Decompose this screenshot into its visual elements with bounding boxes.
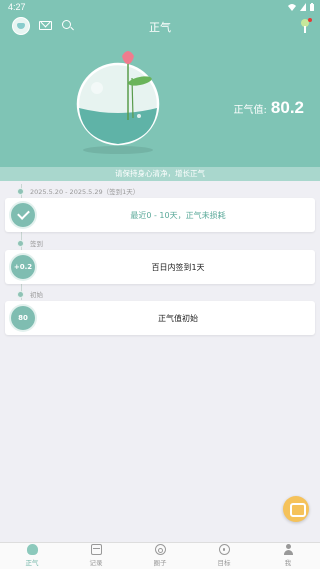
record-card[interactable]: 80 正气值初始 <box>5 301 315 335</box>
record-text: 百日内签到1天 <box>151 262 205 272</box>
tab-label: 正气 <box>25 559 39 567</box>
record-card[interactable]: 最近0 - 10天，正气未损耗 <box>5 198 315 232</box>
record-text: 正气值初始 <box>158 313 198 323</box>
circle-icon <box>154 544 166 555</box>
status-bar: 4:27 <box>0 0 320 14</box>
tab-circle[interactable]: 圈子 <box>128 543 192 569</box>
tab-label: 记录 <box>89 559 103 567</box>
timeline-node <box>17 239 24 247</box>
timeline-node <box>17 187 24 195</box>
wifi-icon <box>288 4 296 11</box>
tab-target[interactable]: 目标 <box>192 543 256 569</box>
notification-dot <box>308 18 312 22</box>
tab-label: 我 <box>284 559 292 567</box>
slogan-bar: 请保持身心清净，增长正气 <box>0 167 320 181</box>
section-label: 初始 <box>30 291 43 299</box>
points-badge: +0.2 <box>11 255 35 279</box>
section-header: 初始 <box>17 289 43 299</box>
record-card[interactable]: +0.2 百日内签到1天 <box>5 250 315 284</box>
system-icons <box>288 3 314 11</box>
qi-value: 正气值: 80.2 <box>234 98 304 118</box>
signal-icon <box>300 3 306 11</box>
qi-value-label: 正气值: <box>233 105 267 116</box>
qi-value-number: 80.2 <box>270 98 304 117</box>
battery-icon <box>310 3 314 11</box>
section-label: 签到 <box>30 240 43 248</box>
qi-icon <box>26 544 38 555</box>
bottom-tab-bar: 正气 记录 圈子 目标 我 <box>0 542 320 569</box>
tab-qi[interactable]: 正气 <box>0 543 64 569</box>
tab-profile[interactable]: 我 <box>256 543 320 569</box>
section-label: 2025.5.20 - 2025.5.29（签到1天） <box>30 188 140 196</box>
record-icon <box>90 544 102 555</box>
tree-icon[interactable] <box>300 18 312 33</box>
tab-label: 目标 <box>217 559 231 567</box>
check-icon <box>11 203 35 227</box>
bowl-shadow <box>83 146 153 154</box>
tab-label: 圈子 <box>153 559 167 567</box>
section-header: 签到 <box>17 238 43 248</box>
points-badge: 80 <box>11 306 35 330</box>
target-icon <box>218 544 230 555</box>
tab-record[interactable]: 记录 <box>64 543 128 569</box>
status-time: 4:27 <box>8 2 26 12</box>
page-title: 正气 <box>149 22 171 34</box>
lotus-bowl-illustration <box>76 51 160 146</box>
app-bar: 正气 <box>0 14 320 40</box>
profile-icon <box>283 544 294 555</box>
checkin-fab-button[interactable] <box>283 496 309 522</box>
timeline-node <box>17 290 24 298</box>
hero-panel: 4:27 正气 正气值: 80.2 <box>0 0 320 181</box>
section-header: 2025.5.20 - 2025.5.29（签到1天） <box>17 186 139 196</box>
record-text: 最近0 - 10天，正气未损耗 <box>130 210 226 220</box>
